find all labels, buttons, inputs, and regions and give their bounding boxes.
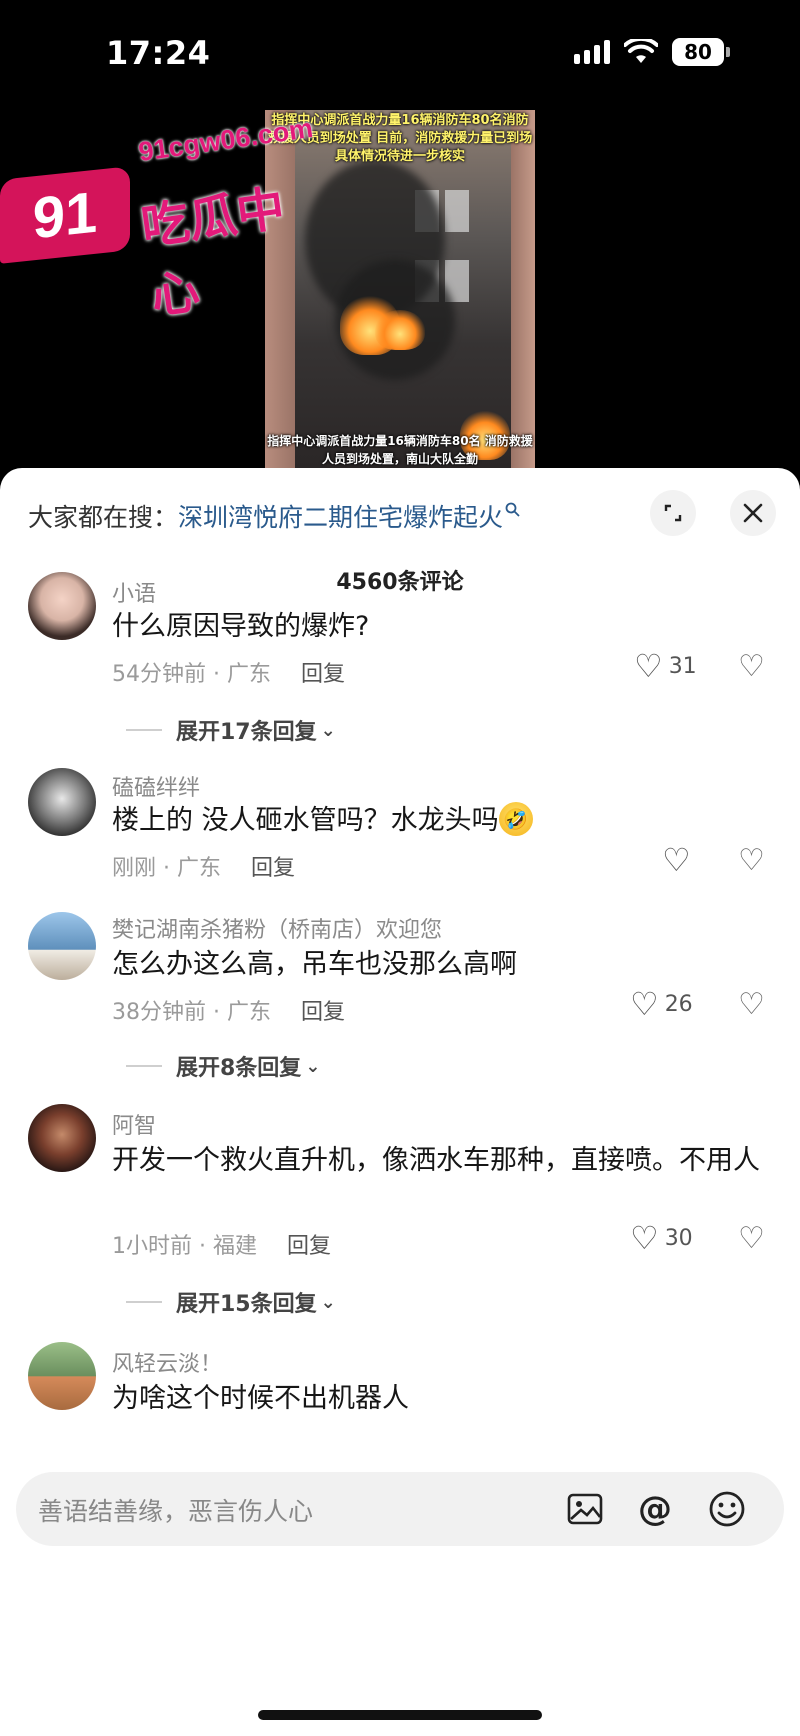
comment-username[interactable]: 樊记湖南杀猪粉（桥南店）欢迎您	[112, 912, 442, 944]
trending-search-prefix: 大家都在搜：	[28, 503, 179, 532]
comment-time: 38分钟前 · 广东	[112, 1000, 271, 1025]
status-time: 17:24	[106, 34, 211, 72]
expand-icon	[664, 504, 682, 522]
close-button[interactable]	[730, 490, 776, 536]
expand-replies-label: 展开15条回复	[176, 1292, 317, 1317]
status-indicators: 80	[574, 38, 730, 66]
home-indicator[interactable]	[258, 1710, 542, 1720]
comment-username[interactable]: 小语	[112, 576, 156, 608]
watermark-logo: 91 91cgw06.com 吃瓜中心	[0, 112, 330, 325]
comment-meta: 1小时前 · 福建 回复	[112, 1228, 331, 1260]
trending-search-link[interactable]: 深圳湾悦府二期住宅爆炸起火	[178, 498, 503, 534]
watermark-name: 吃瓜中心	[137, 180, 289, 326]
comment-sheet: 大家都在搜： 深圳湾悦府二期住宅爆炸起火 4560条评论 小语 什么原因导致的爆…	[0, 468, 800, 1736]
expand-button[interactable]	[650, 490, 696, 536]
comment-text: 什么原因导致的爆炸?	[112, 611, 370, 642]
chevron-down-icon: ⌄	[320, 719, 336, 741]
comment-time: 刚刚 · 广东	[112, 856, 221, 881]
signal-icon	[574, 40, 610, 64]
expand-replies-label: 展开8条回复	[176, 1056, 302, 1081]
emoji-icon: 🤣	[498, 801, 533, 836]
trending-search[interactable]: 大家都在搜： 深圳湾悦府二期住宅爆炸起火	[28, 498, 521, 534]
avatar[interactable]	[28, 912, 96, 980]
at-icon[interactable]: @	[634, 1488, 676, 1530]
expand-replies-button[interactable]: 展开17条回复 ⌄	[126, 714, 336, 746]
heart-icon: ♡	[634, 647, 663, 685]
watermark-site: 91cgw06.com	[136, 112, 315, 168]
status-bar: 17:24 80	[0, 0, 800, 110]
avatar[interactable]	[28, 572, 96, 640]
emoji-icon[interactable]	[706, 1488, 748, 1530]
comment-text: 楼上的 没人砸水管吗？水龙头吗 🤣	[112, 800, 772, 842]
expand-replies-button[interactable]: 展开15条回复 ⌄	[126, 1286, 336, 1318]
dislike-icon[interactable]: ♡	[738, 1224, 765, 1254]
comment-text: 为啥这个时候不出机器人	[112, 1383, 409, 1414]
comment-text: 怎么办这么高，吊车也没那么高啊	[112, 949, 517, 980]
like-count: 30	[664, 1225, 693, 1251]
like-button[interactable]: ♡ 26	[630, 988, 693, 1020]
chevron-down-icon: ⌄	[305, 1055, 321, 1077]
like-button[interactable]: ♡ 30	[630, 1222, 693, 1254]
comment-username[interactable]: 风轻云淡！	[112, 1346, 222, 1378]
comment-username[interactable]: 磕磕绊绊	[112, 770, 200, 802]
comment-text: 开发一个救火直升机，像洒水车那种，直接喷。不用人	[112, 1145, 760, 1176]
heart-icon: ♡	[662, 841, 691, 879]
battery-level: 80	[672, 38, 724, 66]
close-icon	[743, 503, 763, 523]
comment-meta: 54分钟前 · 广东 回复	[112, 656, 345, 688]
dislike-icon[interactable]: ♡	[738, 990, 765, 1020]
reply-button[interactable]: 回复	[301, 656, 345, 688]
comment-time: 54分钟前 · 广东	[112, 662, 271, 687]
reply-button[interactable]: 回复	[251, 850, 295, 882]
video-caption-bottom: 指挥中心调派首战力量16辆消防车80名 消防救援人员到场处置，南山大队全勤	[267, 434, 533, 466]
reply-button[interactable]: 回复	[301, 994, 345, 1026]
like-count: 26	[664, 991, 693, 1017]
search-icon	[505, 502, 520, 517]
comment-username[interactable]: 阿智	[112, 1108, 156, 1140]
reply-button[interactable]: 回复	[287, 1228, 331, 1260]
avatar[interactable]	[28, 1342, 96, 1410]
fire	[375, 310, 425, 350]
dislike-icon[interactable]: ♡	[738, 652, 765, 682]
like-button[interactable]: ♡	[662, 844, 691, 876]
avatar[interactable]	[28, 768, 96, 836]
avatar[interactable]	[28, 1104, 96, 1172]
chevron-down-icon: ⌄	[320, 1291, 336, 1313]
expand-replies-label: 展开17条回复	[176, 720, 317, 745]
comment-input[interactable]: 善语结善缘，恶言伤人心	[38, 1492, 313, 1528]
comment-meta: 刚刚 · 广东 回复	[112, 850, 295, 882]
like-count: 31	[668, 653, 697, 679]
comment-meta: 38分钟前 · 广东 回复	[112, 994, 345, 1026]
wifi-icon	[624, 39, 658, 63]
expand-replies-button[interactable]: 展开8条回复 ⌄	[126, 1050, 320, 1082]
comment-text-body: 楼上的 没人砸水管吗？水龙头吗	[112, 805, 499, 836]
window	[445, 190, 469, 232]
watermark-badge: 91	[0, 166, 130, 264]
battery-icon: 80	[672, 38, 730, 66]
heart-icon: ♡	[630, 1219, 659, 1257]
dislike-icon[interactable]: ♡	[738, 846, 765, 876]
comment-input-bar[interactable]: 善语结善缘，恶言伤人心 @	[16, 1472, 784, 1546]
like-button[interactable]: ♡ 31	[634, 650, 697, 682]
heart-icon: ♡	[630, 985, 659, 1023]
comment-time: 1小时前 · 福建	[112, 1234, 257, 1259]
image-icon[interactable]	[564, 1488, 606, 1530]
